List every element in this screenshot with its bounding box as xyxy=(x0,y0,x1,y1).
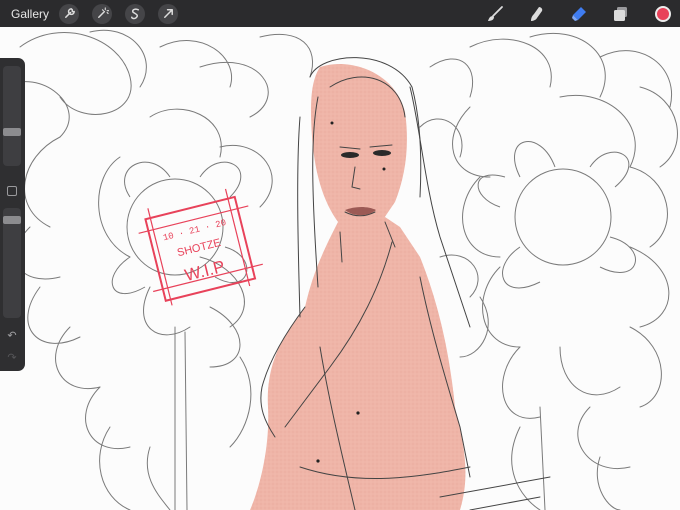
side-toolbar: ↶ ↷ xyxy=(0,58,25,371)
eraser-button[interactable] xyxy=(568,3,590,25)
sunflower-center-left xyxy=(111,161,248,294)
transform-button[interactable] xyxy=(158,3,179,24)
top-toolbar: Gallery xyxy=(0,0,680,27)
drawing-canvas[interactable]: 10 · 21 · 20 SHOTZE W.I.P xyxy=(0,27,680,510)
wrench-button[interactable] xyxy=(59,3,80,24)
brush-size-slider[interactable] xyxy=(3,66,21,166)
magic-wand-icon xyxy=(97,7,109,18)
color-button[interactable] xyxy=(652,3,674,25)
gallery-button[interactable]: Gallery xyxy=(11,7,49,21)
adjustments-button[interactable] xyxy=(92,3,113,24)
stamp-wip: W.I.P xyxy=(183,257,227,285)
smudge-icon xyxy=(531,6,543,21)
redo-icon[interactable]: ↷ xyxy=(5,352,19,364)
current-color-swatch xyxy=(655,5,671,22)
layers-button[interactable] xyxy=(610,3,632,25)
opacity-slider[interactable] xyxy=(3,208,21,318)
sunflower-center-right xyxy=(477,141,636,289)
procreate-app: Gallery 10 · 21 · 20 SHOTZE W.I.P ↶ ↷ xyxy=(0,0,680,510)
layers-icon xyxy=(614,6,627,21)
stamp-name: SHOTZE xyxy=(176,237,222,259)
figure-body xyxy=(250,64,466,510)
brush-icon xyxy=(488,5,503,21)
selection-icon xyxy=(130,8,139,20)
smudge-button[interactable] xyxy=(526,3,548,25)
wrench-icon xyxy=(64,8,75,18)
opacity-knob[interactable] xyxy=(3,216,21,224)
wip-stamp: 10 · 21 · 20 SHOTZE W.I.P xyxy=(138,188,263,306)
selection-button[interactable] xyxy=(125,3,146,24)
modify-button[interactable] xyxy=(7,186,17,196)
brush-size-knob[interactable] xyxy=(3,128,21,136)
eraser-icon xyxy=(572,6,586,21)
right-tool-group xyxy=(464,0,674,27)
brush-button[interactable] xyxy=(484,3,506,25)
transform-arrow-icon xyxy=(163,9,173,18)
undo-icon[interactable]: ↶ xyxy=(5,330,19,342)
